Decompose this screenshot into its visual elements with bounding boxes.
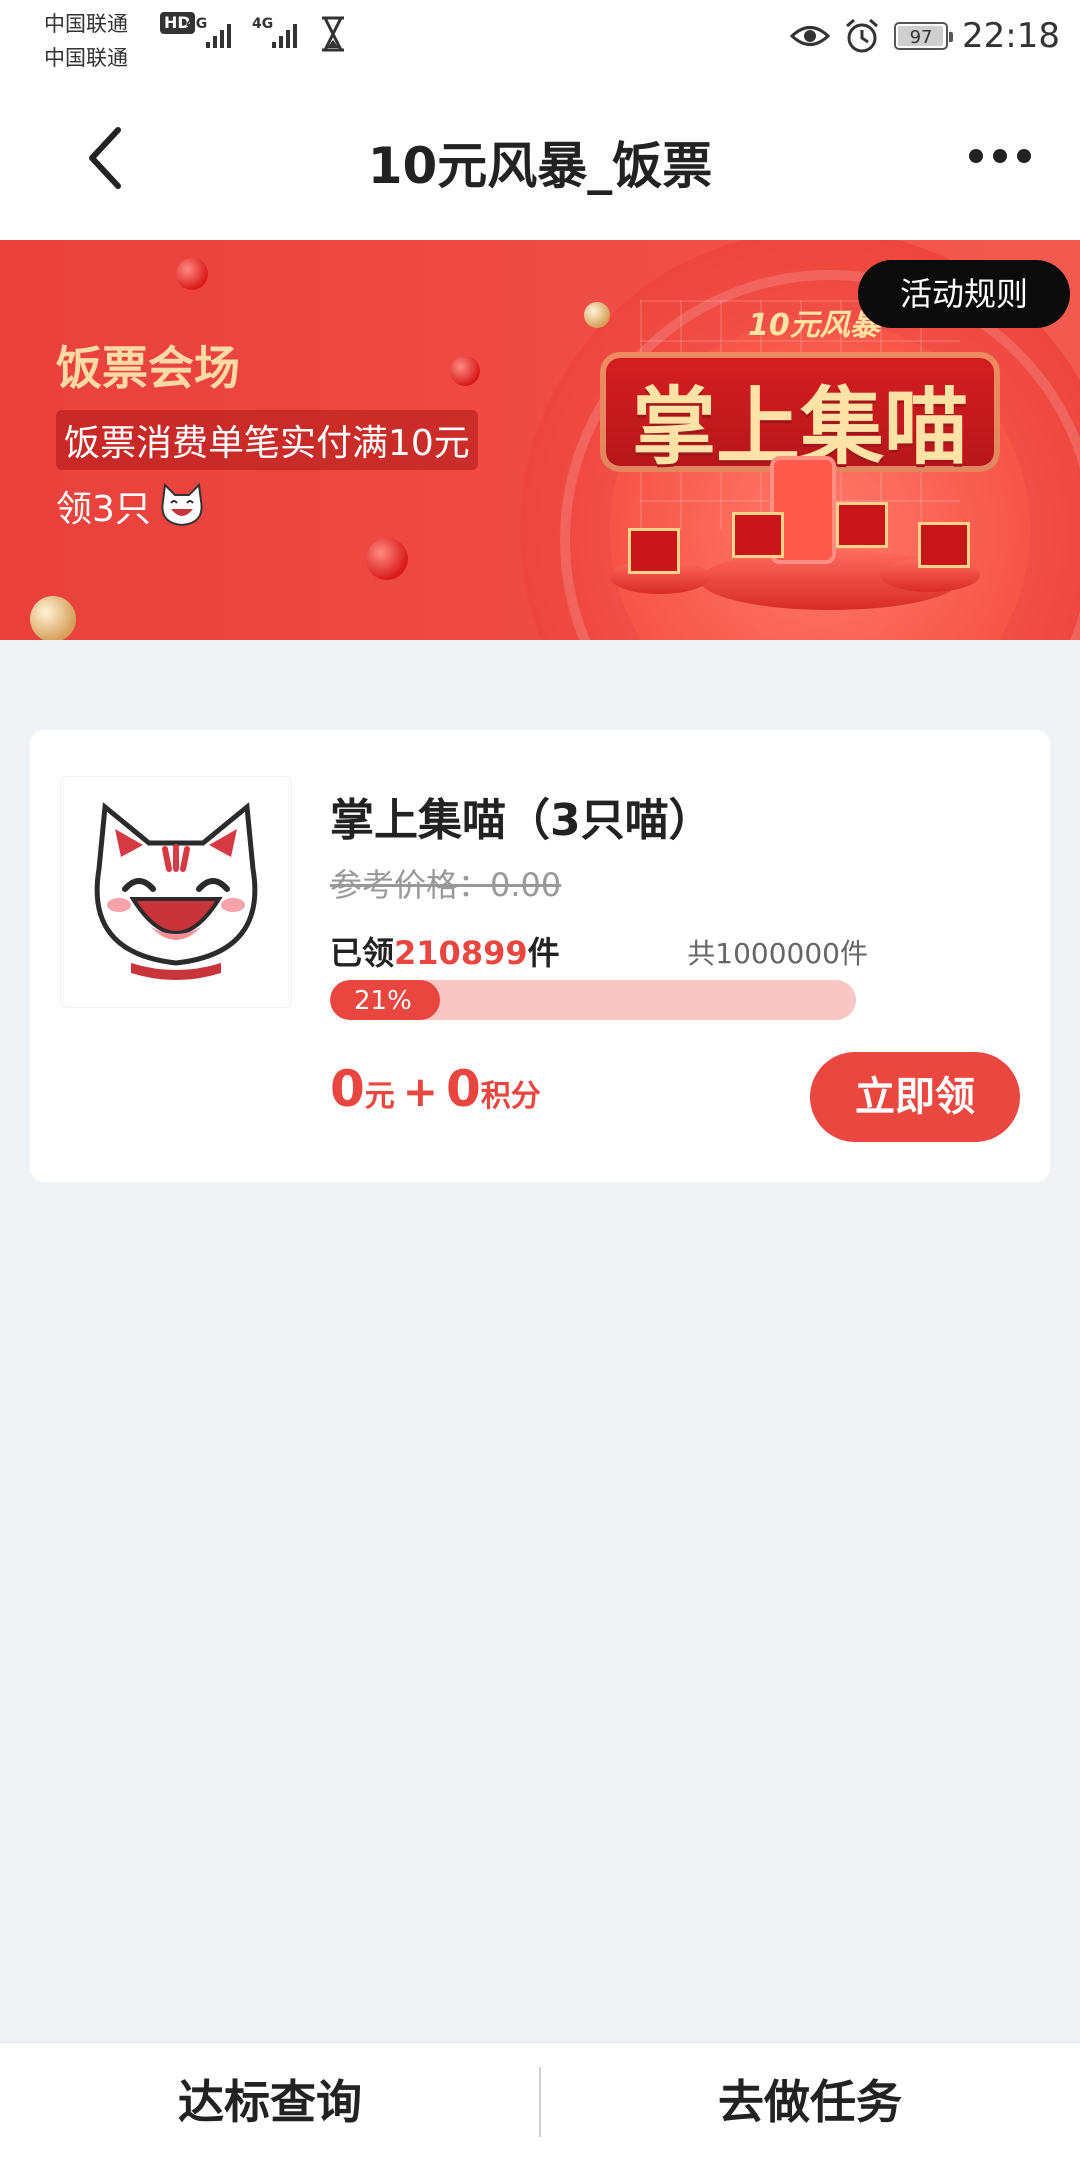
cat-face-icon [94, 802, 258, 980]
claim-now-button[interactable]: 立即领 [810, 1052, 1020, 1142]
carrier-1-label: 中国联通 [44, 12, 128, 36]
svg-text:4G: 4G [186, 16, 207, 32]
clock: 22:18 [962, 16, 1060, 56]
alarm-icon [846, 18, 878, 53]
claimed-suffix: 件 [527, 934, 560, 972]
decor-ball [584, 302, 610, 328]
status-right-group: 97 22:18 [790, 14, 1060, 58]
gift-box-icon [628, 528, 680, 574]
banner-reward: 领3只 [56, 480, 207, 532]
gift-box-icon [918, 522, 970, 568]
cat-face-icon [161, 483, 203, 527]
banner-condition: 饭票消费单笔实付满10元 [56, 410, 478, 470]
price-line: 0 元 + 0 积分 [330, 1060, 541, 1118]
decor-ball [366, 538, 408, 580]
claim-progress-bar: 21% [330, 980, 856, 1020]
reference-price: 参考价格：0.00 [330, 866, 562, 904]
top-nav-bar: 10元风暴_饭票 [0, 76, 1080, 240]
carrier-2-label: 中国联通 [44, 46, 128, 70]
claimed-number: 210899 [394, 934, 528, 972]
price-yuan: 0 [330, 1060, 365, 1118]
do-tasks-button[interactable]: 去做任务 [540, 2043, 1080, 2161]
banner-reward-label: 领3只 [56, 489, 151, 530]
hourglass-icon [322, 16, 344, 52]
status-bar: 中国联通 中国联通 HD 4G 4G 97 22:18 [0, 0, 1080, 76]
signal-icon: 4G [186, 16, 231, 48]
price-yuan-unit: 元 [364, 1079, 395, 1114]
gift-box-icon [836, 502, 888, 548]
decor-ball [176, 258, 208, 290]
price-points-unit: 积分 [480, 1079, 541, 1114]
battery-level: 97 [909, 27, 933, 48]
banner-venue-title: 饭票会场 [56, 341, 240, 395]
battery-indicator: 97 [894, 22, 954, 50]
product-thumbnail[interactable] [60, 776, 292, 1008]
activity-rules-button[interactable]: 活动规则 [858, 260, 1070, 328]
price-plus: + [402, 1067, 438, 1116]
total-stock: 共1000000件 [687, 937, 868, 970]
claimed-prefix: 已领 [330, 934, 395, 972]
decor-ball [30, 596, 76, 640]
more-button[interactable] [960, 136, 1040, 176]
eye-icon [790, 26, 831, 46]
price-points: 0 [446, 1060, 481, 1118]
page-title: 10元风暴_饭票 [367, 137, 713, 195]
claimed-count: 已领210899件 [330, 928, 560, 974]
signal-icon: 4G [252, 16, 297, 48]
decor-ball [450, 356, 480, 386]
claim-progress-label: 21% [354, 986, 412, 1016]
product-card: 掌上集喵（3只喵） 参考价格：0.00 已领210899件 共1000000件 … [30, 730, 1050, 1182]
more-dots-icon [969, 149, 1031, 163]
promo-banner[interactable]: 饭票会场 饭票消费单笔实付满10元 领3只 10元风暴 掌上集喵 活动规则 [0, 240, 1080, 640]
gift-box-icon [732, 512, 784, 558]
product-name: 掌上集喵（3只喵） [330, 795, 713, 846]
svg-text:4G: 4G [252, 16, 273, 32]
bottom-action-bar: 达标查询 去做任务 [0, 2042, 1080, 2161]
check-qualification-button[interactable]: 达标查询 [0, 2043, 540, 2161]
